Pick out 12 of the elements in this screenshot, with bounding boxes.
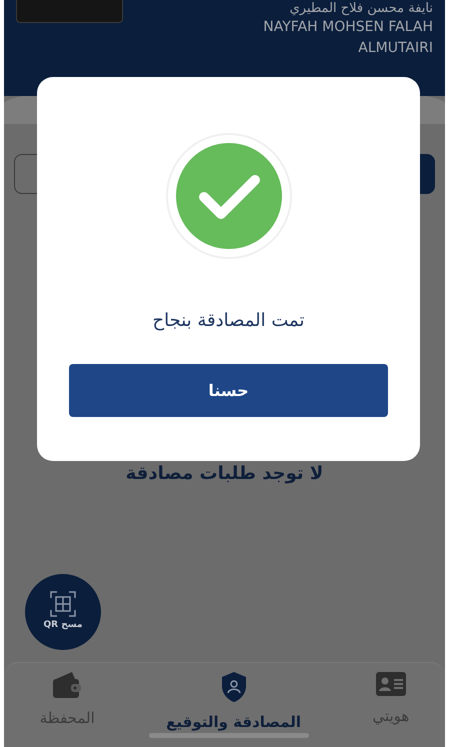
nav-tab[interactable]: المصادقة والتوقيع [166, 671, 302, 734]
qr-scan-button[interactable]: مسح QR [25, 574, 101, 650]
name-arabic: نايفة محسن فلاح المطيري [290, 1, 433, 17]
wallet-icon [52, 671, 82, 699]
id-card-icon [374, 671, 407, 697]
success-check-icon [166, 133, 292, 259]
shield-user-icon [220, 671, 248, 703]
name-english: NAYFAH MOHSEN FALAH ALMUTAIRI [262, 18, 433, 58]
qr-code-icon [50, 591, 76, 618]
success-message: تمت المصادقة بنجاح [152, 309, 304, 333]
empty-message: لا توجد طلبات مصادقة [126, 462, 324, 486]
ok-button[interactable]: حسنا [69, 364, 388, 417]
